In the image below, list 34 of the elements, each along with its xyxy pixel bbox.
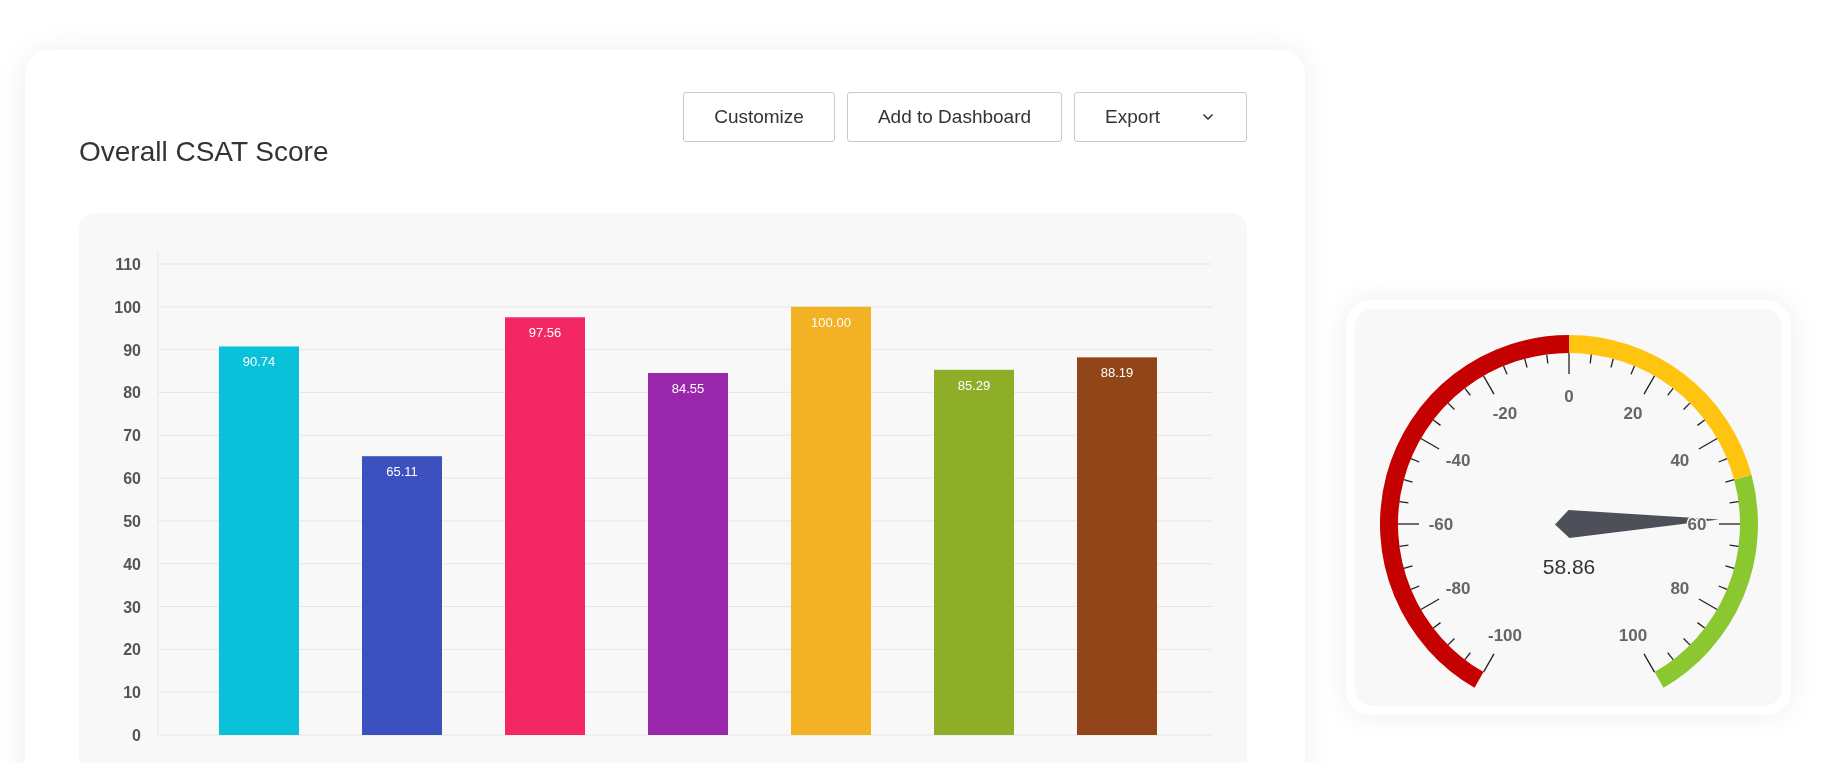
gauge-label: -100 xyxy=(1488,625,1522,645)
bar-value: 85.29 xyxy=(957,377,991,393)
axis-label: 110 xyxy=(115,256,141,273)
axis-label: 80 xyxy=(123,384,141,402)
axis-label: 50 xyxy=(123,512,141,530)
gauge-label: 100 xyxy=(1618,625,1648,645)
bar-value: 90.74 xyxy=(242,354,276,370)
gauge-label: 80 xyxy=(1670,579,1690,598)
bar-value: 88.19 xyxy=(1100,365,1134,381)
gauge-label: -60 xyxy=(1428,515,1454,534)
bar-value: 97.56 xyxy=(528,325,562,341)
gauge-label: -20 xyxy=(1492,404,1518,424)
report-title: Overall CSAT Score xyxy=(79,136,329,168)
axis-label: 20 xyxy=(123,641,141,659)
gauge-label: -40 xyxy=(1445,451,1471,470)
axis-label: 100 xyxy=(114,298,141,316)
gauge-label: 20 xyxy=(1623,404,1643,424)
axis-label: 60 xyxy=(123,470,141,488)
bar-value: 65.11 xyxy=(386,464,418,480)
gauge-label: -80 xyxy=(1445,579,1471,598)
axis-label: 30 xyxy=(123,598,141,616)
bar-value: 84.55 xyxy=(671,380,705,396)
gauge-label: 40 xyxy=(1670,451,1690,470)
toolbar-button[interactable]: Add to Dashboard xyxy=(846,92,1063,142)
axis-label: 0 xyxy=(132,727,141,744)
toolbar-button[interactable]: Customize xyxy=(683,92,835,142)
bar-value: 100.00 xyxy=(811,314,851,330)
axis-label: 40 xyxy=(123,555,141,573)
axis-label: 90 xyxy=(123,341,141,359)
gauge-value: 58.86 xyxy=(1542,555,1596,578)
gauge-label: 0 xyxy=(1564,387,1574,406)
axis-label: 70 xyxy=(123,427,141,445)
export-dropdown[interactable]: Export xyxy=(1074,92,1247,142)
axis-label: 10 xyxy=(123,684,141,702)
